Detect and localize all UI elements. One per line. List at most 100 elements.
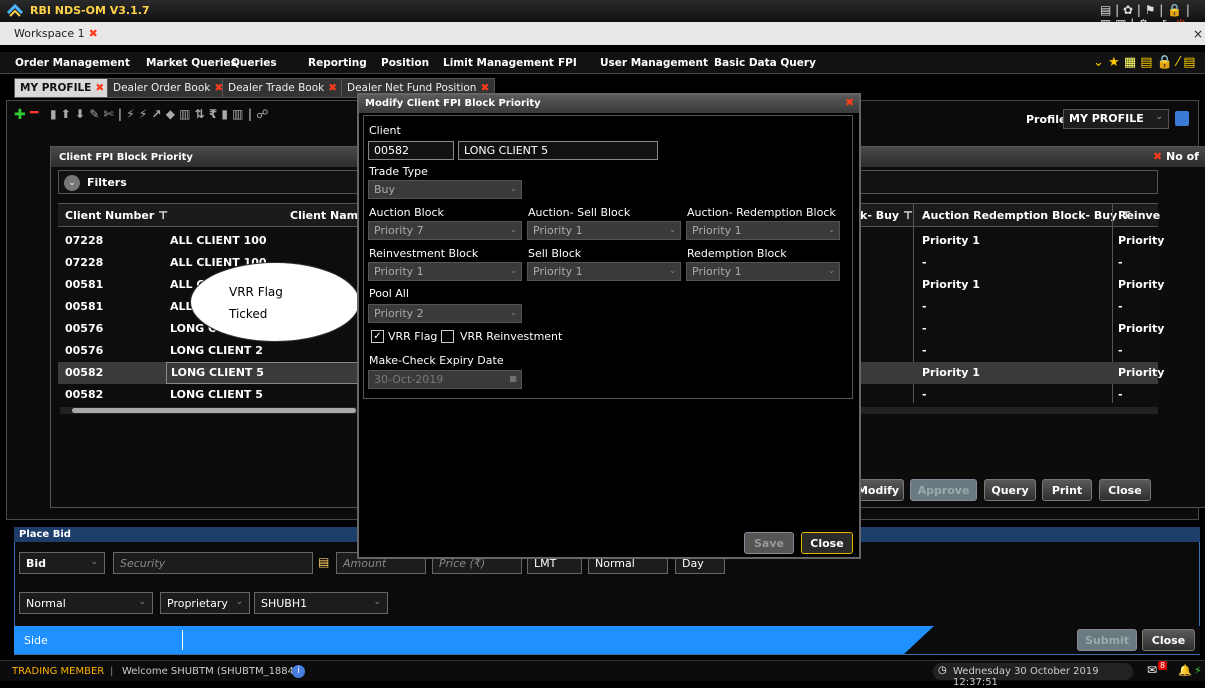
workspace-bar	[0, 22, 1205, 45]
order-toolbar: ✚ ━ ▮ ⬆ ⬇ ✎ ✄ | ⚡ ⚡ ↗ ◆ ▥ ⇅ ₹ ▮ ▥ | ☍	[10, 105, 360, 131]
close-icon[interactable]: ✖	[845, 96, 854, 109]
print-button[interactable]: Print	[1042, 479, 1092, 501]
tab-dealer-order-book[interactable]: Dealer Order Book ✖	[107, 78, 230, 98]
auction-block-value: Priority 7	[374, 224, 424, 237]
menu-reporting[interactable]: Reporting	[308, 57, 367, 69]
col-auction-redemption-buy[interactable]: Auction Redemption Block- Buy ⊤	[922, 204, 1131, 228]
sell-block-label: Sell Block	[528, 247, 582, 260]
cell-client-name: LONG CLIENT 5	[166, 362, 358, 384]
horizontal-scrollbar[interactable]	[60, 407, 358, 414]
chevron-down-icon: ⌄	[510, 184, 517, 193]
expiry-date-field[interactable]: 30-Oct-2019 ▦	[368, 370, 522, 389]
menu-limit-management[interactable]: Limit Management	[443, 57, 554, 69]
chevron-down-icon[interactable]: ⌄	[64, 175, 80, 191]
scrollbar-thumb[interactable]	[72, 408, 356, 413]
chevron-down-icon: ⌄	[235, 597, 243, 607]
cell-priority: -	[922, 322, 927, 335]
menu-order-management[interactable]: Order Management	[15, 57, 130, 69]
cell-client-name: ALL CLIENT 100	[170, 234, 267, 247]
tab-my-profile[interactable]: MY PROFILE ✖	[14, 78, 111, 98]
menu-fpi[interactable]: FPI	[558, 57, 577, 69]
col-k-buy[interactable]: k- Buy ⊤	[860, 204, 913, 228]
table-row[interactable]: 07228 ALL CLIENT 100	[58, 230, 358, 252]
auction-block-select[interactable]: Priority 7 ⌄	[368, 221, 522, 240]
remove-icon[interactable]: ━	[30, 105, 38, 121]
submit-button[interactable]: Submit	[1077, 629, 1137, 651]
save-icon[interactable]	[1175, 111, 1189, 126]
cell-priority: Priority 1	[922, 366, 980, 379]
redemption-block-value: Priority 1	[692, 265, 742, 278]
table-row[interactable]: 00582 LONG CLIENT 5	[58, 384, 358, 406]
user-select[interactable]: SHUBH1 ⌄	[254, 592, 388, 614]
menu-position[interactable]: Position	[381, 57, 429, 69]
connection-icon: ⚡	[1194, 664, 1202, 677]
query-button[interactable]: Query	[984, 479, 1036, 501]
reinvestment-select[interactable]: Priority 1 ⌄	[368, 262, 522, 281]
col-reinvestment[interactable]: Reinve	[1118, 204, 1160, 228]
message-icon[interactable]: ✉	[1147, 663, 1157, 677]
profile-select[interactable]: MY PROFILE ⌄	[1063, 109, 1169, 129]
normal2-value: Normal	[26, 597, 66, 610]
menu-user-management[interactable]: User Management	[600, 57, 708, 69]
menu-market-queries[interactable]: Market Queries	[146, 57, 237, 69]
app-logo-icon	[6, 3, 24, 17]
expiry-date-label: Make-Check Expiry Date	[369, 354, 504, 367]
close-icon[interactable]: ✖	[1153, 150, 1162, 163]
bell-icon[interactable]: 🔔	[1178, 664, 1192, 677]
no-of-label: No of	[1166, 150, 1199, 163]
trade-type-value: Buy	[374, 183, 396, 196]
close-icon[interactable]: ✖	[328, 82, 337, 94]
table-row-selected[interactable]	[852, 362, 1158, 384]
callout-bubble: VRR Flag Ticked	[190, 262, 360, 342]
cell-client-number: 00581	[65, 300, 104, 313]
tab-dealer-trade-book[interactable]: Dealer Trade Book ✖	[222, 78, 344, 98]
col-client-number[interactable]: Client Number ⊤	[65, 204, 168, 228]
profile-label: Profile	[1026, 113, 1067, 126]
toolbar-icons[interactable]: ▮ ⬆ ⬇ ✎ ✄ | ⚡ ⚡ ↗ ◆ ▥ ⇅ ₹ ▮ ▥ | ☍	[50, 107, 268, 121]
security-input[interactable]: Security	[113, 552, 313, 574]
menu-queries[interactable]: Queries	[231, 57, 277, 69]
menu-basic-data-query[interactable]: Basic Data Query	[714, 57, 816, 69]
trade-type-select[interactable]: Buy ⌄	[368, 180, 522, 199]
account-type-select[interactable]: Proprietary ⌄	[160, 592, 250, 614]
pool-all-select[interactable]: Priority 2 ⌄	[368, 304, 522, 323]
tab-label: Dealer Trade Book	[228, 82, 325, 94]
vrr-reinvestment-checkbox[interactable]	[441, 330, 454, 343]
auction-sell-value: Priority 1	[533, 224, 583, 237]
calendar-icon[interactable]: ▦	[509, 374, 517, 383]
table-row[interactable]: 00576 LONG CLIENT 2	[58, 340, 358, 362]
vrr-flag-checkbox[interactable]: ✓	[371, 330, 384, 343]
cell-client-number: 00582	[65, 366, 104, 379]
auction-sell-select[interactable]: Priority 1 ⌄	[527, 221, 681, 240]
info-icon[interactable]: i	[292, 665, 305, 678]
close-icon[interactable]: ✖	[95, 82, 104, 94]
table-row-selected[interactable]: 00582 LONG CLIENT 5	[58, 362, 358, 384]
divider	[182, 630, 183, 650]
dialog-close-button[interactable]: Close	[801, 532, 853, 554]
redemption-block-select[interactable]: Priority 1 ⌄	[686, 262, 840, 281]
auction-redemption-select[interactable]: Priority 1 ⌄	[686, 221, 840, 240]
close-bid-button[interactable]: Close	[1142, 629, 1195, 651]
cell-client-name: LONG CLIENT 5	[170, 388, 263, 401]
client-name-field[interactable]: LONG CLIENT 5	[458, 141, 658, 160]
folder-search-icon[interactable]: ▤	[318, 555, 329, 569]
filter-icon[interactable]: ⊤	[158, 209, 168, 222]
auction-redemption-label: Auction- Redemption Block	[687, 206, 836, 219]
add-icon[interactable]: ✚	[14, 107, 26, 123]
toolbar-right-icons[interactable]: ⌄ ★ ▦ ▤ 🔒 ⁄ ▤	[1093, 55, 1196, 70]
close-icon[interactable]: ✖	[89, 27, 98, 40]
horizontal-scrollbar[interactable]	[852, 407, 1158, 414]
side-select[interactable]: Bid ⌄	[19, 552, 105, 574]
close-button[interactable]: Close	[1099, 479, 1151, 501]
client-code-field[interactable]: 00582	[368, 141, 454, 160]
workspace-tab[interactable]: Workspace 1 ✖	[8, 24, 104, 44]
cell-client-number: 07228	[65, 256, 104, 269]
approve-button[interactable]: Approve	[910, 479, 977, 501]
vrr-flag-label: VRR Flag	[388, 330, 438, 343]
sell-block-select[interactable]: Priority 1 ⌄	[527, 262, 681, 281]
normal-select-2[interactable]: Normal ⌄	[19, 592, 153, 614]
workspace-close-icon[interactable]: ×	[1193, 27, 1203, 41]
save-button[interactable]: Save	[744, 532, 794, 554]
filter-icon[interactable]: ⊤	[903, 209, 913, 222]
col-client-name[interactable]: Client Name	[290, 204, 366, 228]
